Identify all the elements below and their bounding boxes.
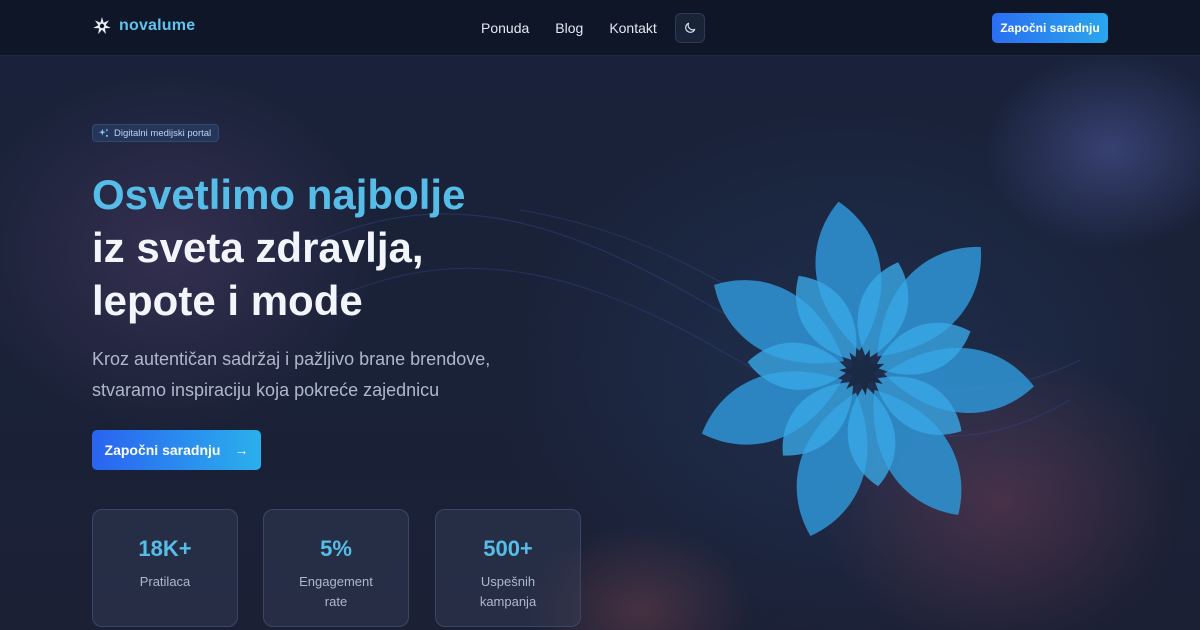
badge-label: Digitalni medijski portal [114,127,212,139]
seven-petal-flower-illustration [701,201,1034,537]
headline-line-2: iz sveta zdravlja, [92,224,424,271]
brand-name: novalume [119,17,196,34]
headline-line-1: Osvetlimo najbolje [92,171,466,218]
moon-icon [685,22,696,33]
hero-cta-label: Započni saradnju [104,442,221,458]
brand-logo[interactable]: novalume [92,16,195,36]
headline-line-3: lepote i mode [92,277,363,324]
nav-start-collaboration-button[interactable]: Započni saradnju [992,13,1108,43]
stat-card-followers: 18K+ Pratilaca [92,509,238,627]
stat-label: Pratilaca [139,574,191,589]
stat-label: Engagement rate [299,574,373,609]
hero-start-collaboration-button[interactable]: Započni saradnju → [92,430,261,470]
hero-subtitle: Kroz autentičan sadržaj i pažljivo brane… [92,349,491,400]
top-navbar: novalume Ponuda Blog Kontakt Započni sar… [0,0,1200,56]
sparkle-icon [99,128,109,137]
nav-link-ponuda[interactable]: Ponuda [481,20,529,36]
stat-value: 18K+ [138,536,192,561]
nav-link-blog[interactable]: Blog [555,20,583,36]
nav-menu: Ponuda Blog Kontakt [481,20,683,36]
star-logo-icon [93,17,111,35]
stat-value: 5% [320,536,352,561]
hero-headline: Osvetlimo najbolje iz sveta zdravlja, le… [92,168,465,327]
stat-card-engagement: 5% Engagement rate [263,509,409,627]
arrow-right-icon: → [234,442,249,458]
category-badge: Digitalni medijski portal [92,124,220,142]
stat-value: 500+ [483,536,533,561]
theme-toggle-button[interactable] [675,13,705,43]
stat-label: Uspešnih kampanja [479,574,537,609]
stat-card-campaigns: 500+ Uspešnih kampanja [435,509,581,627]
nav-link-kontakt[interactable]: Kontakt [609,20,656,36]
